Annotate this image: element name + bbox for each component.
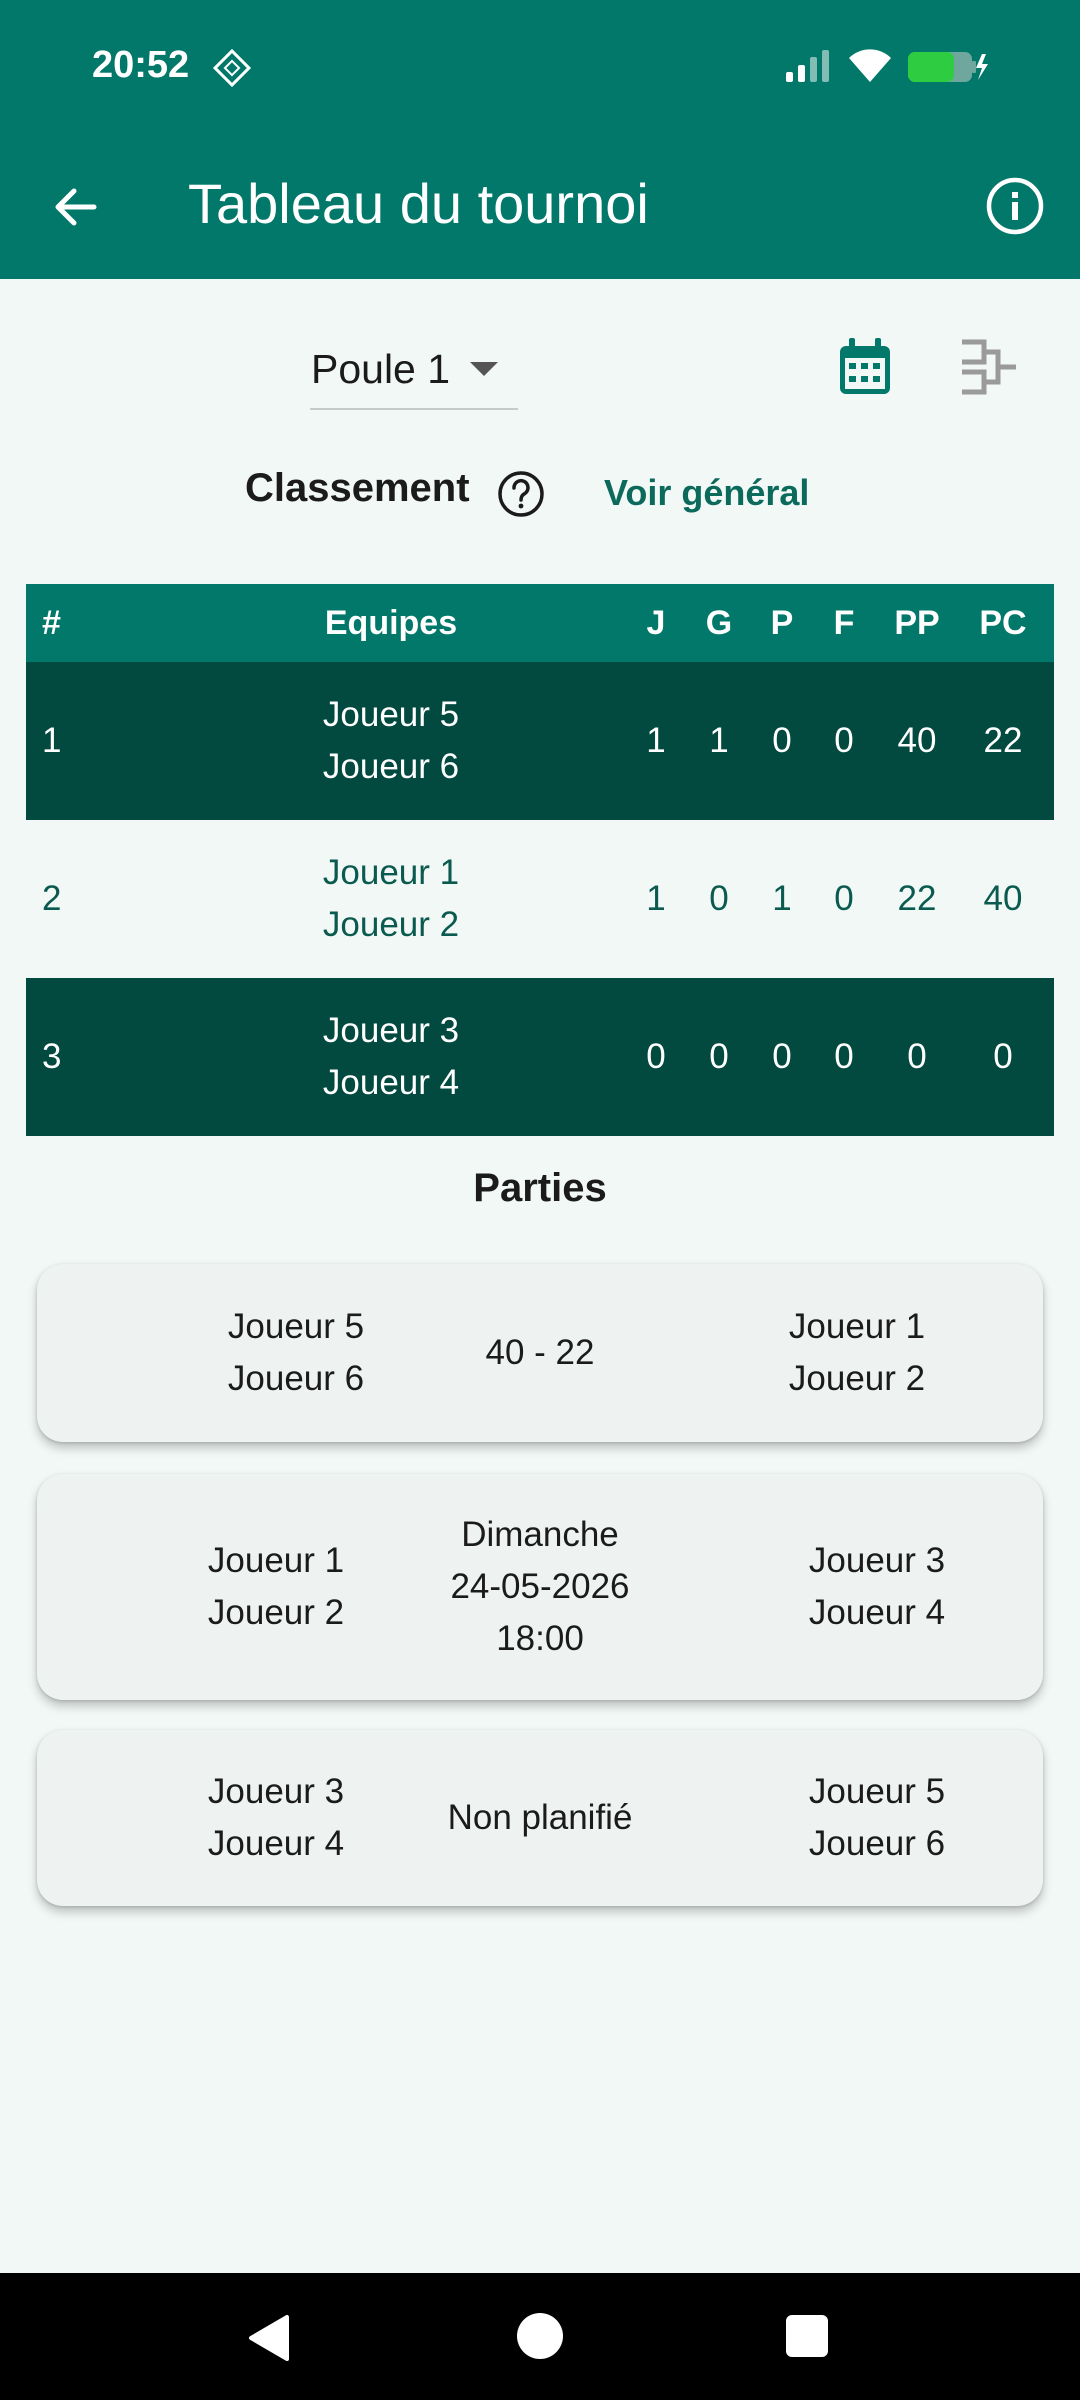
header-f: F <box>833 603 855 642</box>
nav-recent-apps-icon[interactable] <box>786 2315 828 2357</box>
row-pp: 22 <box>897 879 937 918</box>
table-header: # Equipes J G P F PP PC <box>26 584 1054 662</box>
row-g: 0 <box>709 879 729 918</box>
team-player: Joueur 1 <box>788 1307 926 1346</box>
team-player: Joueur 3 <box>808 1541 946 1580</box>
match-home-team: Joueur 5 Joueur 6 <box>157 1264 435 1442</box>
signal-icon <box>786 50 829 82</box>
table-row[interactable]: 1 Joueur 5 Joueur 6 1 1 0 0 40 22 <box>26 662 1054 820</box>
row-pc: 40 <box>983 879 1023 918</box>
row-pc: 22 <box>983 721 1023 760</box>
pool-dropdown-value: Poule 1 <box>311 345 451 392</box>
match-card[interactable]: Joueur 3 Joueur 4 Non planifié Joueur 5 … <box>37 1730 1043 1906</box>
row-rank: 2 <box>42 879 62 918</box>
team-player: Joueur 6 <box>808 1824 946 1863</box>
row-p: 0 <box>772 1037 792 1076</box>
row-g: 0 <box>709 1037 729 1076</box>
row-j: 1 <box>646 879 666 918</box>
row-f: 0 <box>834 1037 854 1076</box>
app-bar: Tableau du tournoi <box>0 135 1080 279</box>
team-player: Joueur 5 <box>227 1307 365 1346</box>
row-team: Joueur 5 Joueur 6 <box>216 662 566 820</box>
team-player: Joueur 1 <box>322 853 460 892</box>
team-player: Joueur 2 <box>322 905 460 944</box>
header-rank: # <box>42 603 61 642</box>
header-pp: PP <box>894 603 940 642</box>
row-f: 0 <box>834 721 854 760</box>
view-general-link[interactable]: Voir général <box>604 472 809 514</box>
calendar-icon[interactable] <box>836 336 894 398</box>
status-bar: 20:52 <box>0 0 1080 135</box>
match-home-team: Joueur 1 Joueur 2 <box>137 1474 415 1700</box>
match-date: 24-05-2026 <box>450 1567 630 1606</box>
header-teams: Equipes <box>324 604 458 642</box>
match-away-team: Joueur 1 Joueur 2 <box>717 1264 997 1442</box>
match-info: 40 - 22 <box>485 1333 595 1372</box>
row-rank: 1 <box>42 721 62 760</box>
navigation-status-icon <box>212 48 252 88</box>
team-player: Joueur 2 <box>207 1593 345 1632</box>
help-icon[interactable] <box>497 470 545 518</box>
pool-dropdown[interactable]: Poule 1 <box>310 330 518 410</box>
row-g: 1 <box>709 721 729 760</box>
match-card[interactable]: Joueur 1 Joueur 2 Dimanche 24-05-2026 18… <box>37 1474 1043 1700</box>
matches-title: Parties <box>473 1166 607 1210</box>
page-title: Tableau du tournoi <box>188 172 649 235</box>
team-player: Joueur 2 <box>788 1359 926 1398</box>
team-player: Joueur 5 <box>808 1772 946 1811</box>
match-time: 18:00 <box>496 1619 584 1658</box>
match-info: Non planifié <box>447 1798 633 1837</box>
team-player: Joueur 4 <box>322 1063 460 1102</box>
match-score: 40 - 22 <box>440 1264 640 1442</box>
team-player: Joueur 3 <box>207 1772 345 1811</box>
team-player: Joueur 4 <box>808 1593 946 1632</box>
team-player: Joueur 6 <box>322 747 460 786</box>
match-away-team: Joueur 3 Joueur 4 <box>737 1474 1017 1700</box>
match-schedule: Dimanche 24-05-2026 18:00 <box>430 1474 650 1700</box>
team-player: Joueur 1 <box>207 1541 345 1580</box>
team-player: Joueur 5 <box>322 695 460 734</box>
match-home-team: Joueur 3 Joueur 4 <box>137 1730 415 1906</box>
nav-home-icon[interactable] <box>517 2313 563 2359</box>
row-pp: 40 <box>897 721 937 760</box>
info-icon[interactable] <box>982 173 1048 239</box>
table-row[interactable]: 3 Joueur 3 Joueur 4 0 0 0 0 0 0 <box>26 978 1054 1136</box>
row-team: Joueur 3 Joueur 4 <box>216 978 566 1136</box>
header-j: J <box>646 603 666 642</box>
row-j: 1 <box>646 721 666 760</box>
match-card[interactable]: Joueur 5 Joueur 6 40 - 22 Joueur 1 Joueu… <box>37 1264 1043 1442</box>
row-f: 0 <box>834 879 854 918</box>
nav-back-icon[interactable] <box>245 2313 293 2363</box>
header-p: P <box>770 603 794 642</box>
row-rank: 3 <box>42 1037 62 1076</box>
team-player: Joueur 6 <box>227 1359 365 1398</box>
row-p: 0 <box>772 721 792 760</box>
row-p: 1 <box>772 879 792 918</box>
wifi-icon <box>849 49 891 82</box>
bracket-icon[interactable] <box>958 336 1020 398</box>
ranking-title: Classement <box>245 466 470 510</box>
match-status: Non planifié <box>430 1730 650 1906</box>
row-pp: 0 <box>907 1037 927 1076</box>
system-nav-bar <box>0 2273 1080 2400</box>
table-row[interactable]: 2 Joueur 1 Joueur 2 1 0 1 0 22 40 <box>26 820 1054 978</box>
header-pc: PC <box>979 603 1027 642</box>
back-arrow-icon[interactable] <box>44 175 108 239</box>
ranking-table: # Equipes J G P F PP PC 1 Joueur 5 Joueu… <box>26 584 1054 1136</box>
match-away-team: Joueur 5 Joueur 6 <box>737 1730 1017 1906</box>
match-day: Dimanche <box>461 1515 619 1554</box>
header-g: G <box>705 603 733 642</box>
battery-icon <box>908 52 988 82</box>
dropdown-caret-icon <box>470 362 499 376</box>
team-player: Joueur 3 <box>322 1011 460 1050</box>
team-player: Joueur 4 <box>207 1824 345 1863</box>
status-time: 20:52 <box>92 44 190 86</box>
row-j: 0 <box>646 1037 666 1076</box>
row-pc: 0 <box>993 1037 1013 1076</box>
row-team: Joueur 1 Joueur 2 <box>216 820 566 978</box>
